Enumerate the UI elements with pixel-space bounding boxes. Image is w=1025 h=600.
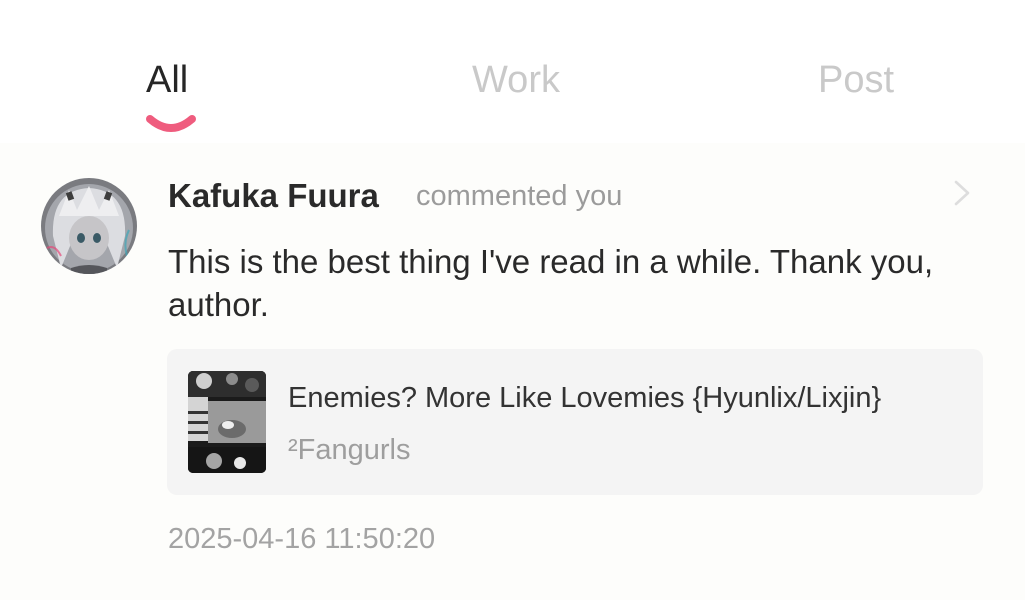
- tab-all[interactable]: All: [146, 58, 188, 102]
- anime-girl-avatar-icon: [41, 178, 137, 274]
- work-title: Enemies? More Like Lovemies {Hyunlix/Lix…: [288, 382, 882, 414]
- comment-text: This is the best thing I've read in a wh…: [168, 243, 934, 323]
- active-tab-indicator: [146, 115, 196, 132]
- commenter-name[interactable]: Kafuka Fuura: [168, 177, 379, 215]
- notification-action: commented you: [416, 180, 623, 212]
- tab-work[interactable]: Work: [472, 58, 560, 102]
- tab-bar: All Work Post: [0, 0, 1025, 143]
- book-cover-icon: [188, 371, 266, 473]
- chevron-right-icon[interactable]: [952, 180, 972, 206]
- notification-timestamp: 2025-04-16 11:50:20: [168, 523, 436, 555]
- tab-post[interactable]: Post: [818, 58, 894, 102]
- user-avatar[interactable]: [41, 178, 137, 274]
- work-author: ²Fangurls: [288, 434, 411, 466]
- work-card[interactable]: Enemies? More Like Lovemies {Hyunlix/Lix…: [167, 349, 983, 495]
